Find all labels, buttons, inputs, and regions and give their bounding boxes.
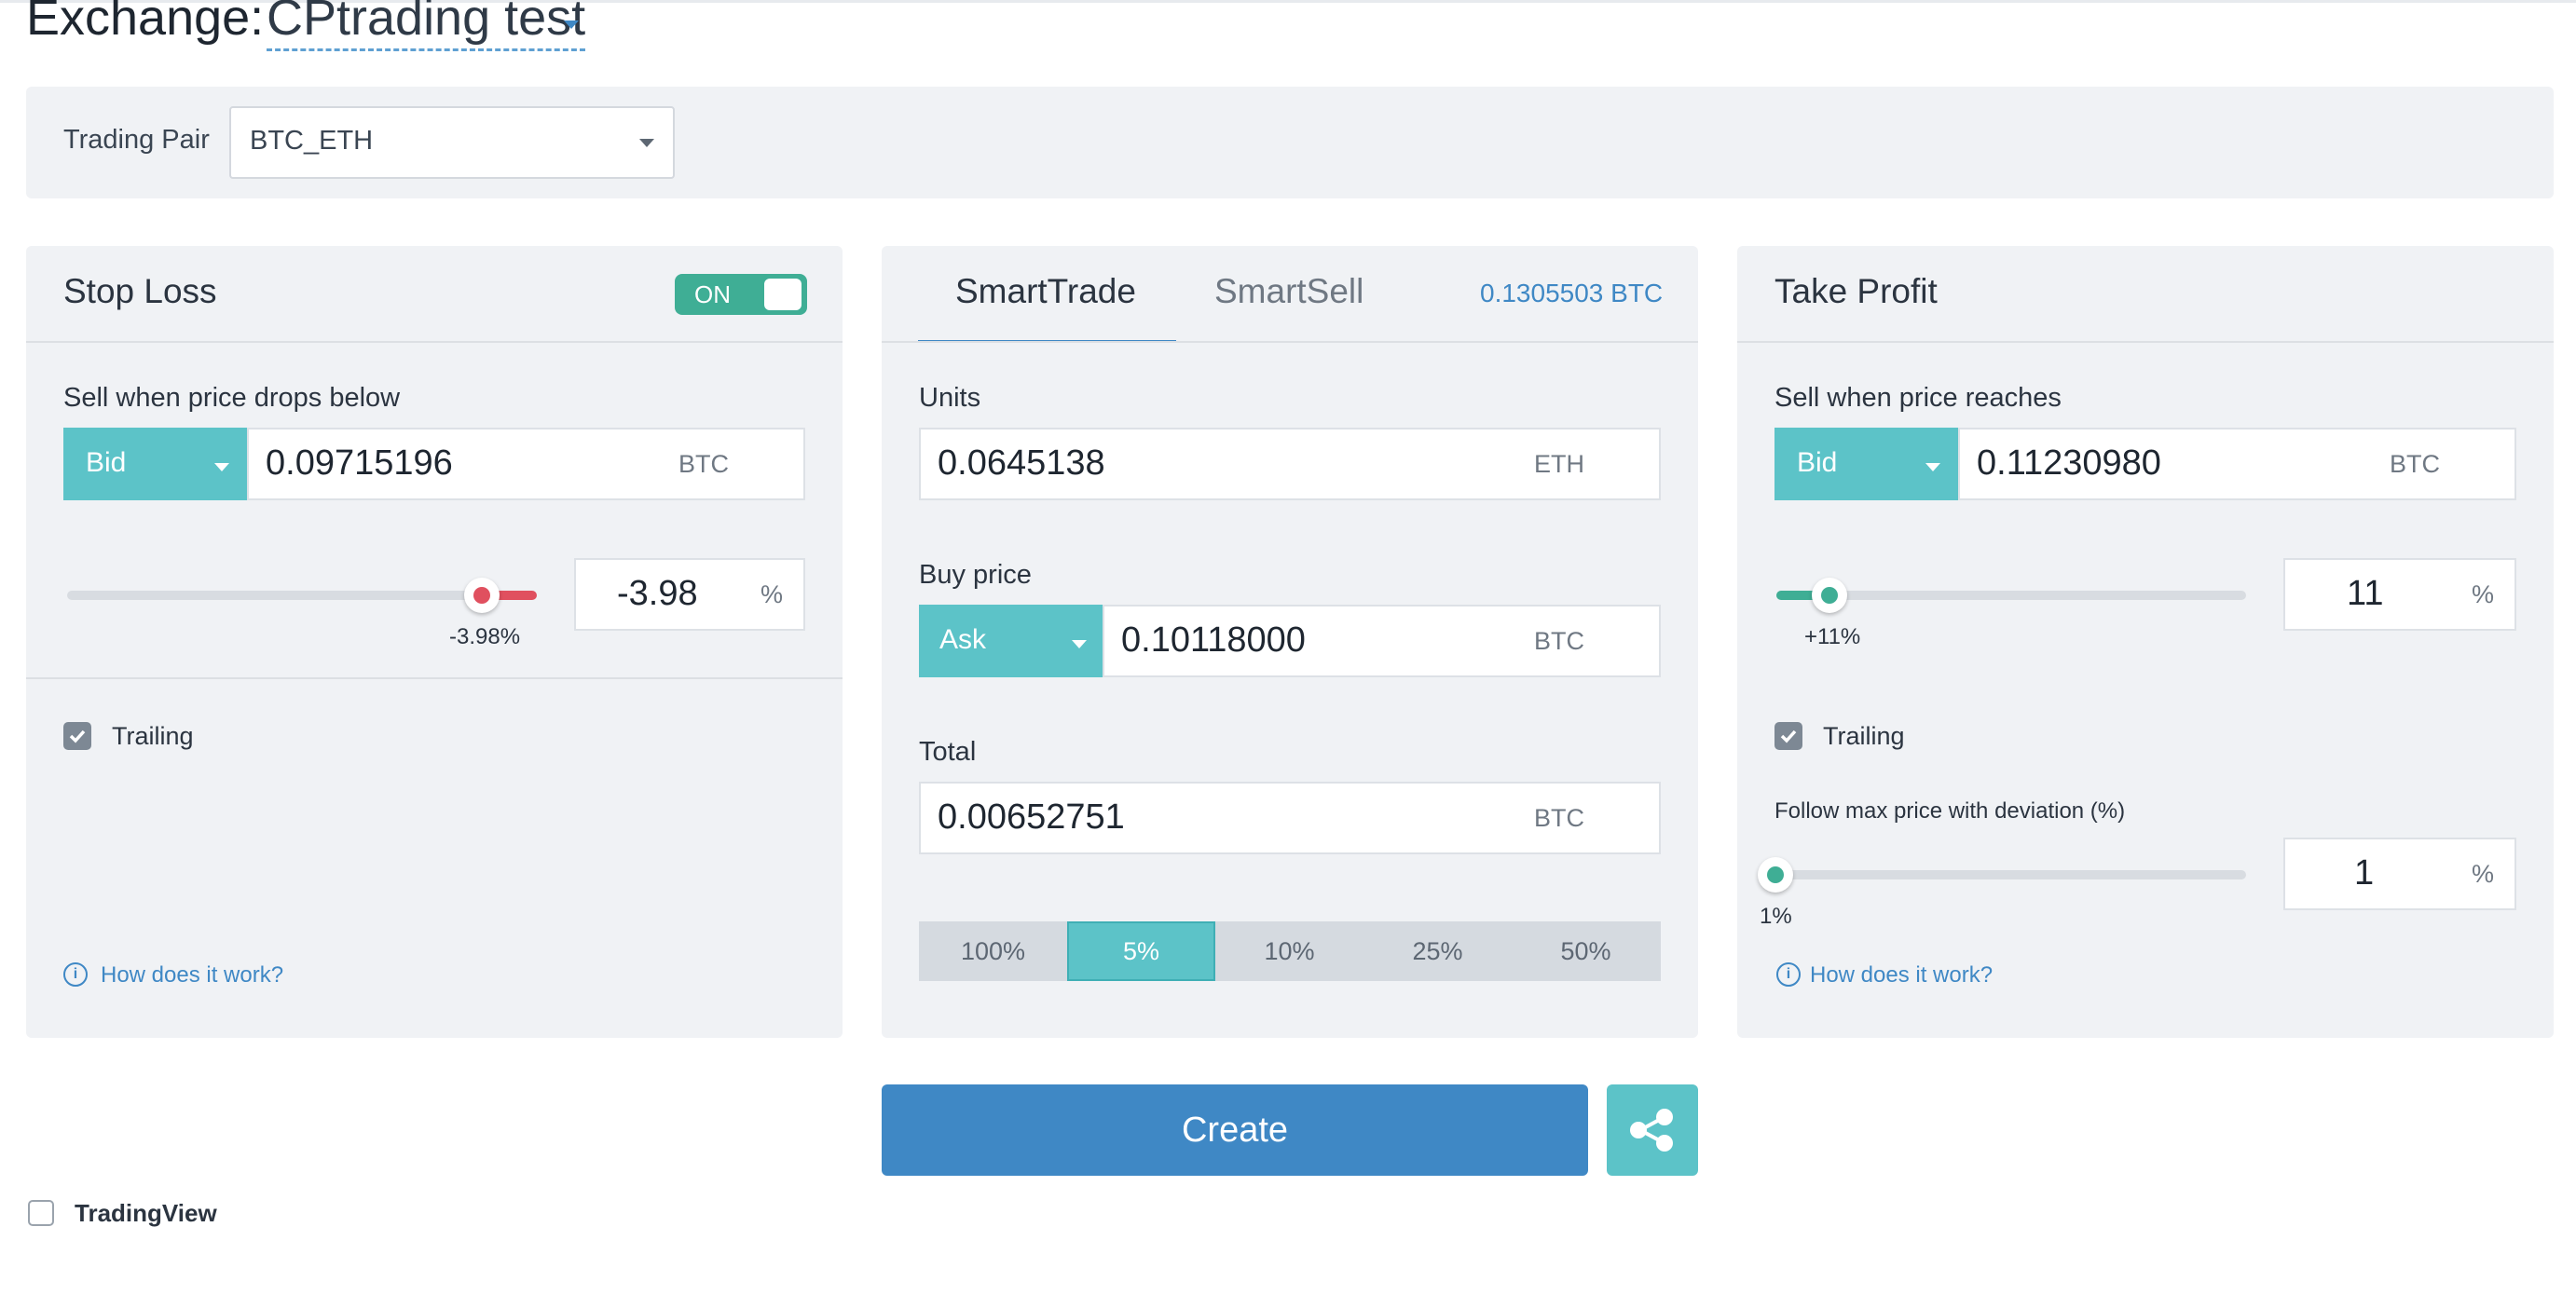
how-does-it-work-link[interactable]: How does it work? bbox=[1810, 962, 1993, 988]
toggle-label: ON bbox=[694, 280, 731, 308]
unit-label: ETH bbox=[1534, 450, 1584, 478]
exchange-label: Exchange: bbox=[26, 0, 265, 46]
unit-addon bbox=[2365, 428, 2516, 500]
percent-button-5[interactable]: 5% bbox=[1067, 921, 1215, 981]
tab-smartsell[interactable]: SmartSell bbox=[1214, 272, 1363, 311]
chevron-down-icon[interactable] bbox=[564, 20, 579, 29]
buy-price-value: 0.10118000 bbox=[1121, 620, 1306, 660]
stop-loss-percent-value: -3.98 bbox=[617, 574, 698, 613]
percent-button-100[interactable]: 100% bbox=[919, 921, 1067, 981]
tab-smarttrade[interactable]: SmartTrade bbox=[955, 272, 1136, 311]
share-button[interactable] bbox=[1607, 1084, 1698, 1176]
take-profit-sell-label: Sell when price reaches bbox=[1774, 383, 2062, 413]
percent-button-10[interactable]: 10% bbox=[1215, 921, 1363, 981]
tradingview-checkbox[interactable] bbox=[28, 1200, 54, 1226]
take-profit-title: Take Profit bbox=[1774, 272, 1938, 310]
toggle-knob bbox=[764, 279, 802, 310]
trailing-checkbox[interactable] bbox=[63, 722, 91, 750]
tradingview-label: TradingView bbox=[75, 1199, 217, 1227]
info-icon: i bbox=[63, 962, 88, 987]
trading-pair-label: Trading Pair bbox=[63, 125, 210, 155]
card-divider bbox=[26, 341, 843, 343]
create-button[interactable]: Create bbox=[882, 1084, 1588, 1176]
percent-label: % bbox=[2472, 580, 2495, 608]
exchange-selector[interactable]: CPtrading test bbox=[267, 0, 586, 51]
trailing-checkbox[interactable] bbox=[1774, 722, 1802, 750]
price-type-label: Bid bbox=[1797, 447, 1838, 478]
trading-pair-value: BTC_ETH bbox=[250, 126, 374, 156]
percent-button-50[interactable]: 50% bbox=[1512, 921, 1660, 981]
unit-label: BTC bbox=[678, 450, 729, 478]
balance-link[interactable]: 0.1305503 BTC bbox=[1480, 279, 1663, 308]
trailing-label: Trailing bbox=[112, 722, 194, 750]
stop-loss-card bbox=[26, 246, 843, 1038]
unit-label: BTC bbox=[2390, 450, 2440, 478]
total-label: Total bbox=[919, 737, 977, 767]
stop-loss-title: Stop Loss bbox=[63, 272, 217, 310]
trailing-label: Trailing bbox=[1823, 722, 1905, 750]
share-icon bbox=[1630, 1109, 1673, 1152]
stop-loss-sell-label: Sell when price drops below bbox=[63, 383, 401, 413]
chevron-down-icon bbox=[639, 139, 654, 147]
units-value: 0.0645138 bbox=[938, 443, 1105, 483]
slider-handle-dot bbox=[1821, 587, 1838, 604]
info-icon: i bbox=[1776, 962, 1801, 987]
buy-price-label: Buy price bbox=[919, 560, 1032, 590]
buy-price-type-label: Ask bbox=[939, 624, 987, 655]
deviation-value: 1 bbox=[2354, 853, 2375, 893]
percent-label: % bbox=[2472, 860, 2495, 888]
deviation-label: Follow max price with deviation (%) bbox=[1774, 798, 2126, 824]
deviation-slider-track[interactable] bbox=[1776, 870, 2246, 879]
slider-value-label: -3.98% bbox=[449, 624, 521, 649]
chevron-down-icon bbox=[1072, 640, 1087, 648]
slider-handle-dot bbox=[1767, 866, 1784, 883]
slider-value-label: +11% bbox=[1804, 624, 1861, 649]
unit-addon bbox=[1510, 782, 1661, 854]
units-label: Units bbox=[919, 383, 981, 413]
take-profit-price-value: 0.11230980 bbox=[1977, 443, 2161, 483]
chevron-down-icon bbox=[1925, 463, 1940, 471]
deviation-slider-value: 1% bbox=[1760, 904, 1792, 929]
take-profit-percent-value: 11 bbox=[2347, 574, 2384, 613]
card-divider bbox=[26, 677, 843, 679]
unit-addon bbox=[1510, 428, 1661, 500]
percent-label: % bbox=[760, 580, 784, 608]
stop-loss-price-value: 0.09715196 bbox=[266, 443, 453, 483]
unit-label: BTC bbox=[1534, 804, 1584, 832]
chevron-down-icon bbox=[214, 463, 229, 471]
percent-button-25[interactable]: 25% bbox=[1363, 921, 1512, 981]
unit-addon bbox=[654, 428, 805, 500]
unit-addon bbox=[1510, 605, 1661, 677]
how-does-it-work-link[interactable]: How does it work? bbox=[101, 962, 283, 988]
card-divider bbox=[882, 341, 1698, 343]
check-icon bbox=[1780, 729, 1797, 743]
slider-track[interactable] bbox=[67, 591, 481, 600]
slider-handle-dot bbox=[473, 587, 490, 604]
card-divider bbox=[1737, 341, 2554, 343]
total-value: 0.00652751 bbox=[938, 797, 1125, 837]
check-icon bbox=[69, 729, 86, 743]
price-type-label: Bid bbox=[86, 447, 127, 478]
unit-label: BTC bbox=[1534, 627, 1584, 655]
